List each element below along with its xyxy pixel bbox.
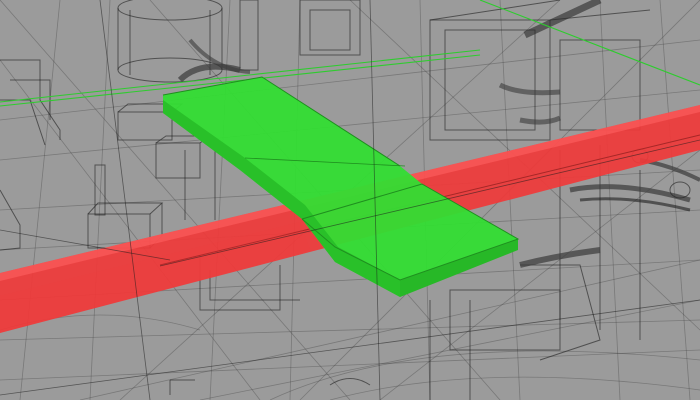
bim-3d-viewport[interactable] — [0, 0, 700, 400]
wireframe-scene[interactable] — [0, 0, 700, 400]
